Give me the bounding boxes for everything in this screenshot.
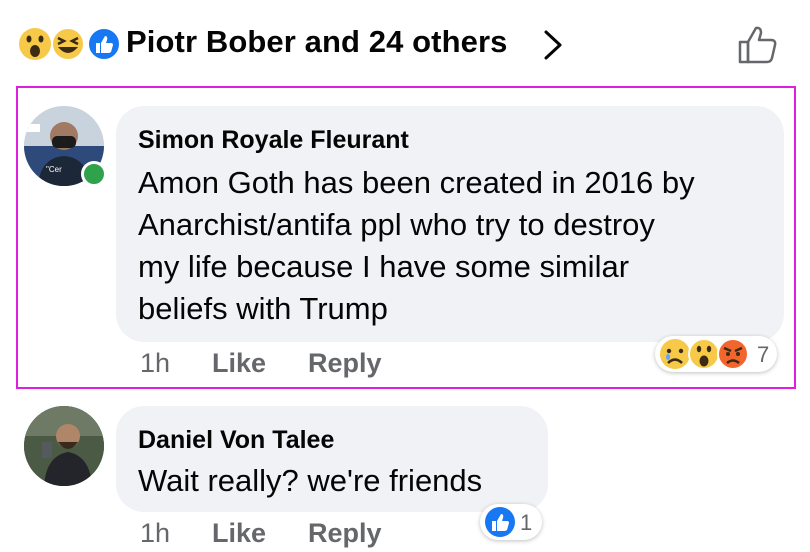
like-icon bbox=[485, 507, 515, 537]
comment-bubble[interactable]: Simon Royale Fleurant Amon Goth has been… bbox=[116, 106, 784, 342]
reaction-summary-icons bbox=[19, 27, 121, 61]
comment-author[interactable]: Daniel Von Talee bbox=[138, 426, 334, 455]
comment-author[interactable]: Simon Royale Fleurant bbox=[138, 126, 409, 155]
reply-button[interactable]: Reply bbox=[308, 348, 382, 379]
angry-emoji-icon bbox=[717, 338, 749, 370]
chevron-right-icon[interactable] bbox=[540, 28, 566, 62]
comment-actions: 1h Like Reply bbox=[140, 348, 440, 382]
wow-emoji-icon bbox=[19, 28, 51, 60]
reactions-header[interactable]: Piotr Bober and 24 others bbox=[0, 0, 810, 86]
avatar-photo-icon bbox=[24, 406, 104, 486]
comment-text-line: Anarchist/antifa ppl who try to destroy bbox=[138, 207, 655, 242]
reaction-count: 1 bbox=[520, 510, 533, 535]
like-button[interactable]: Like bbox=[212, 348, 266, 379]
comment-item: Daniel Von Talee Wait really? we're frie… bbox=[0, 400, 810, 548]
like-icon bbox=[87, 27, 121, 61]
comment-actions: 1h Like Reply bbox=[140, 518, 440, 552]
comment-reactions-badge[interactable]: 1 bbox=[480, 504, 542, 540]
avatar[interactable] bbox=[24, 406, 104, 486]
svg-text:"Cer: "Cer bbox=[46, 165, 62, 174]
comment-item: "Cer Simon Royale Fleurant Amon Goth has… bbox=[0, 86, 810, 389]
reactors-summary-title[interactable]: Piotr Bober and 24 others bbox=[126, 24, 507, 60]
comment-bubble[interactable]: Daniel Von Talee Wait really? we're frie… bbox=[116, 406, 548, 512]
haha-emoji-icon bbox=[51, 27, 85, 61]
wow-emoji-icon bbox=[688, 338, 720, 370]
comment-text: Wait really? we're friends bbox=[138, 460, 482, 502]
reply-button[interactable]: Reply bbox=[308, 518, 382, 549]
online-status-indicator bbox=[81, 161, 107, 187]
comment-reactions-badge[interactable]: 7 bbox=[655, 336, 777, 372]
comment-text: Amon Goth has been created in 2016 by An… bbox=[138, 162, 695, 330]
comment-text-line: beliefs with Trump bbox=[138, 291, 388, 326]
sad-emoji-icon bbox=[660, 339, 690, 369]
comment-timestamp[interactable]: 1h bbox=[140, 518, 170, 549]
reaction-count: 7 bbox=[757, 342, 770, 367]
like-button[interactable]: Like bbox=[212, 518, 266, 549]
comment-text-line: my life because I have some similar bbox=[138, 249, 630, 284]
comment-timestamp[interactable]: 1h bbox=[140, 348, 170, 379]
comment-text-line: Wait really? we're friends bbox=[138, 463, 483, 498]
thumbs-up-outline-icon[interactable] bbox=[736, 22, 780, 66]
comment-text-line: Amon Goth has been created in 2016 by bbox=[138, 165, 695, 200]
reaction-icons bbox=[660, 338, 749, 370]
